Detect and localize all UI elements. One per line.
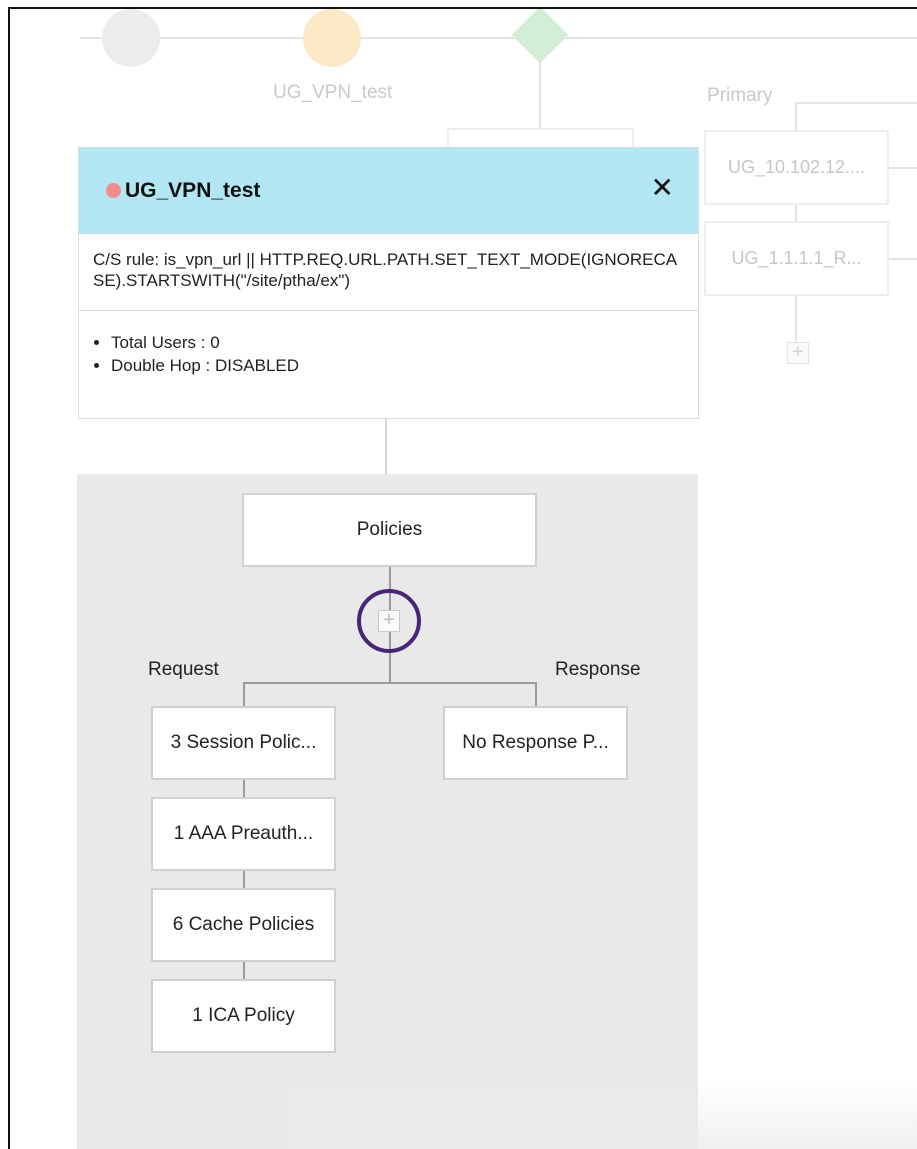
close-icon[interactable]: ✕: [651, 174, 674, 202]
bottom-fade: [290, 1079, 917, 1149]
flow-vserver-node[interactable]: [303, 9, 361, 67]
flow-node-label: UG_VPN_test: [273, 82, 393, 103]
session-policies-box[interactable]: 3 Session Polic...: [151, 706, 336, 780]
add-server-icon[interactable]: +: [787, 342, 809, 364]
response-label: Response: [555, 659, 641, 680]
flow-connector: [889, 258, 917, 260]
flow-connector: [889, 167, 917, 169]
double-hop-stat: Double Hop : DISABLED: [111, 354, 698, 377]
server-box-2[interactable]: UG_1.1.1.1_R...: [704, 221, 889, 296]
ica-policy-box[interactable]: 1 ICA Policy: [151, 979, 336, 1053]
aaa-preauth-box[interactable]: 1 AAA Preauth...: [151, 797, 336, 871]
policies-box[interactable]: Policies: [242, 493, 537, 567]
cs-rule-text: C/S rule: is_vpn_url || HTTP.REQ.URL.PAT…: [79, 234, 698, 311]
flow-start-node[interactable]: [102, 9, 160, 67]
cache-policies-box[interactable]: 6 Cache Policies: [151, 888, 336, 962]
flow-connector: [385, 417, 387, 477]
card-title: UG_VPN_test: [125, 179, 261, 202]
response-policies-box[interactable]: No Response P...: [443, 706, 628, 780]
flow-decision-node[interactable]: [511, 9, 569, 64]
card-stats-list: Total Users : 0 Double Hop : DISABLED: [79, 311, 698, 377]
tree-connector: [243, 682, 537, 684]
usergroup-info-card: UG_VPN_test ✕ C/S rule: is_vpn_url || HT…: [78, 147, 699, 419]
flow-connector: [80, 37, 917, 39]
canvas-frame: UG_VPN_test Primary UG_10.102.12.... UG_…: [8, 7, 917, 1149]
server-box-1[interactable]: UG_10.102.12....: [704, 130, 889, 205]
highlight-ring: [357, 589, 421, 653]
card-header: UG_VPN_test ✕: [79, 148, 698, 234]
total-users-stat: Total Users : 0: [111, 331, 698, 354]
flow-connector: [795, 102, 917, 104]
status-dot-icon: [106, 183, 121, 198]
request-label: Request: [148, 659, 219, 680]
tree-connector: [535, 682, 537, 706]
primary-label: Primary: [707, 85, 773, 106]
